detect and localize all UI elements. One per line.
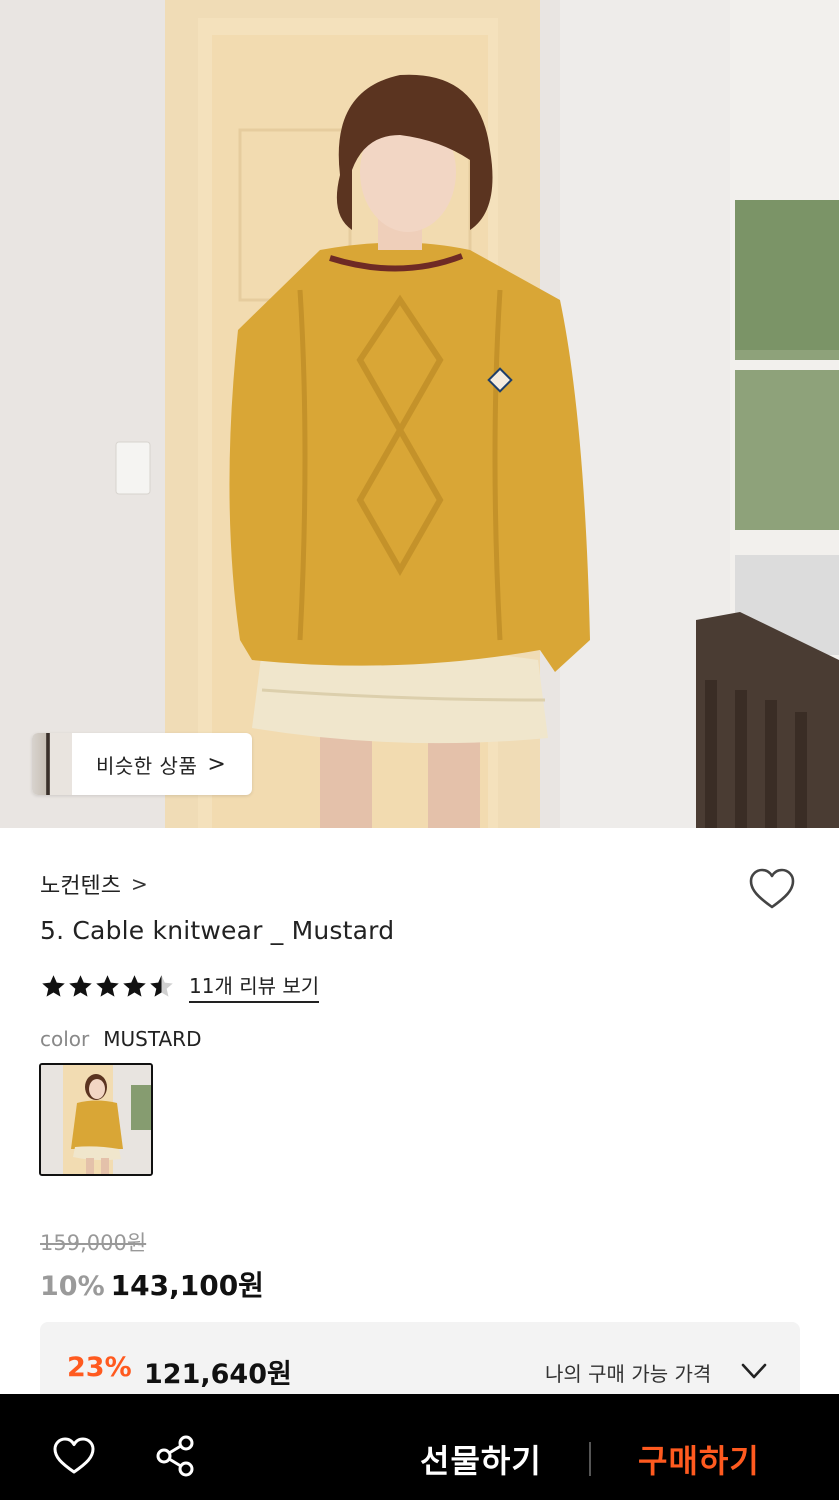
brand-link[interactable]: 노컨텐츠 >: [40, 868, 148, 900]
half-star-icon: [150, 975, 173, 997]
my-price-label: 나의 구매 가능 가격: [545, 1362, 712, 1386]
original-price: 159,000원: [40, 1231, 147, 1255]
star-icon: [42, 975, 65, 997]
color-swatch-mustard[interactable]: [39, 1063, 153, 1176]
heart-icon[interactable]: [52, 1436, 96, 1476]
brand-name: 노컨텐츠: [40, 874, 121, 899]
chevron-down-icon[interactable]: [740, 1360, 768, 1382]
star-icon: [123, 975, 146, 997]
chevron-right-icon: >: [130, 872, 148, 896]
price-row: 10% 143,100원: [40, 1264, 264, 1304]
similar-products-label: 비슷한 상품: [96, 753, 198, 778]
color-option: color MUSTARD: [40, 1027, 201, 1051]
star-icon: [69, 975, 92, 997]
swatch-thumbnail: [41, 1065, 151, 1174]
divider: [589, 1442, 591, 1476]
my-discount-rate: 23%: [67, 1352, 132, 1383]
share-icon[interactable]: [154, 1434, 198, 1478]
star-rating: [40, 973, 175, 1000]
buy-button[interactable]: 구매하기: [638, 1436, 760, 1482]
product-hero-image[interactable]: 비슷한 상품 >: [0, 0, 839, 828]
similar-products-button[interactable]: 비슷한 상품 >: [32, 733, 252, 795]
my-price: 121,640원: [144, 1359, 292, 1390]
discount-rate: 10%: [40, 1271, 105, 1302]
star-icon: [96, 975, 119, 997]
sale-price: 143,100원: [110, 1269, 264, 1302]
product-title: 5. Cable knitwear _ Mustard: [40, 916, 395, 945]
heart-icon[interactable]: [748, 866, 796, 914]
option-label: color: [40, 1027, 90, 1051]
option-value: MUSTARD: [103, 1027, 202, 1051]
product-photo: [0, 0, 839, 828]
similar-product-thumbnail: [32, 733, 72, 795]
review-link[interactable]: 11개 리뷰 보기: [189, 970, 320, 1003]
gift-button[interactable]: 선물하기: [420, 1436, 542, 1482]
rating-row: 11개 리뷰 보기: [40, 970, 320, 1003]
chevron-right-icon: >: [207, 751, 226, 777]
bottom-action-bar: 선물하기 구매하기: [0, 1394, 839, 1500]
